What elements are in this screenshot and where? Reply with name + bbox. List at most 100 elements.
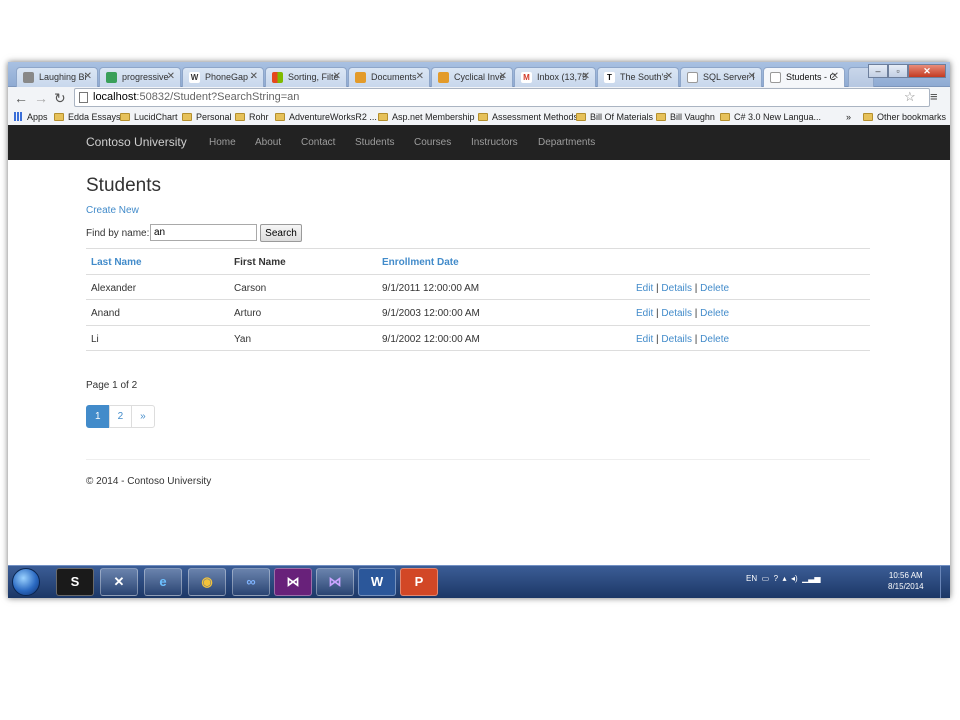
- taskbar-app-icon[interactable]: S: [56, 568, 94, 596]
- browser-tab[interactable]: M Inbox (13,75 ✕: [514, 67, 596, 87]
- bookmark-folder[interactable]: Personal: [182, 111, 232, 124]
- delete-link[interactable]: Delete: [700, 283, 729, 294]
- delete-link[interactable]: Delete: [700, 334, 729, 345]
- browser-window: Laughing Bi ✕ progressive ✕ W PhoneGap - ✕ S…: [8, 62, 950, 598]
- browser-tab[interactable]: W PhoneGap - ✕: [182, 67, 264, 87]
- word-icon[interactable]: W: [358, 568, 396, 596]
- language-indicator[interactable]: EN: [746, 574, 757, 583]
- taskbar-app-icon[interactable]: ∞: [232, 568, 270, 596]
- browser-tab[interactable]: SQL Server I ✕: [680, 67, 762, 87]
- bookmark-star-icon[interactable]: ☆: [904, 90, 916, 104]
- close-tab-icon[interactable]: ✕: [416, 71, 424, 82]
- address-bar[interactable]: localhost:50832/Student?SearchString=an: [74, 88, 930, 107]
- bookmark-label: Assessment Methods: [492, 112, 579, 122]
- details-link[interactable]: Details: [661, 283, 692, 294]
- bookmark-folder[interactable]: Rohr: [235, 111, 269, 124]
- keyboard-icon[interactable]: ▭: [759, 574, 770, 583]
- page-title: Students: [86, 175, 161, 196]
- create-new-link[interactable]: Create New: [86, 205, 139, 216]
- close-tab-icon[interactable]: ✕: [582, 71, 590, 82]
- taskbar-tools-icon[interactable]: ✕: [100, 568, 138, 596]
- delete-link[interactable]: Delete: [700, 308, 729, 319]
- chrome-icon[interactable]: ◉: [188, 568, 226, 596]
- visual-studio-icon[interactable]: ⋈: [316, 568, 354, 596]
- first-name-cell: Carson: [234, 282, 267, 294]
- gmail-icon: M: [521, 72, 532, 83]
- search-button[interactable]: Search: [260, 224, 302, 242]
- close-tab-icon[interactable]: ✕: [748, 71, 756, 82]
- reload-icon[interactable]: ↻: [54, 89, 66, 107]
- nav-instructors[interactable]: Instructors: [471, 137, 518, 148]
- close-tab-icon[interactable]: ✕: [665, 71, 673, 82]
- bookmark-folder[interactable]: AdventureWorksR2 ...: [275, 111, 377, 124]
- menu-icon[interactable]: ≡: [930, 90, 938, 104]
- search-input[interactable]: [150, 224, 257, 241]
- microsoft-icon: [272, 72, 283, 83]
- details-link[interactable]: Details: [661, 334, 692, 345]
- browser-tab[interactable]: Documents ✕: [348, 67, 430, 87]
- restore-icon[interactable]: ▫: [888, 64, 908, 78]
- separator: |: [656, 333, 659, 345]
- volume-icon[interactable]: ◂): [789, 574, 798, 583]
- bookmark-folder-other[interactable]: Other bookmarks: [863, 111, 946, 124]
- browser-tab[interactable]: progressive ✕: [99, 67, 181, 87]
- bookmark-label: Edda Essays: [68, 112, 121, 122]
- close-tab-icon[interactable]: ✕: [333, 71, 341, 82]
- network-icon[interactable]: ▴: [780, 574, 787, 583]
- close-tab-icon[interactable]: ✕: [250, 71, 258, 82]
- back-arrow-icon[interactable]: ←: [14, 89, 28, 107]
- edit-link[interactable]: Edit: [636, 334, 653, 345]
- bookmark-folder[interactable]: Bill Of Materials: [576, 111, 653, 124]
- nav-departments[interactable]: Departments: [538, 137, 595, 148]
- site-brand[interactable]: Contoso University: [86, 135, 187, 149]
- bookmark-folder[interactable]: Edda Essays: [54, 111, 121, 124]
- edit-link[interactable]: Edit: [636, 308, 653, 319]
- details-link[interactable]: Details: [661, 308, 692, 319]
- visual-studio-icon[interactable]: ⋈: [274, 568, 312, 596]
- nav-home[interactable]: Home: [209, 137, 236, 148]
- edit-link[interactable]: Edit: [636, 283, 653, 294]
- close-tab-icon[interactable]: ✕: [84, 71, 92, 82]
- browser-tab-active[interactable]: Students - C ✕: [763, 67, 845, 87]
- enrollment-date-sort-link[interactable]: Enrollment Date: [382, 257, 459, 268]
- close-window-icon[interactable]: ✕: [908, 64, 946, 78]
- help-icon[interactable]: ?: [771, 574, 778, 583]
- bookmark-folder[interactable]: Asp.net Membership: [378, 111, 475, 124]
- enrollment-date-cell: 9/1/2003 12:00:00 AM: [382, 308, 480, 319]
- browser-tab[interactable]: Laughing Bi ✕: [16, 67, 98, 87]
- close-tab-icon[interactable]: ✕: [831, 71, 839, 82]
- forward-arrow-icon[interactable]: →: [34, 89, 48, 107]
- bookmark-folder[interactable]: LucidChart: [120, 111, 178, 124]
- browser-tab[interactable]: T The South's ✕: [597, 67, 679, 87]
- browser-tab[interactable]: Cyclical Inve ✕: [431, 67, 513, 87]
- folder-icon: [235, 113, 245, 121]
- nav-contact[interactable]: Contact: [301, 137, 335, 148]
- close-tab-icon[interactable]: ✕: [167, 71, 175, 82]
- close-tab-icon[interactable]: ✕: [499, 71, 507, 82]
- show-desktop-button[interactable]: [940, 566, 950, 598]
- table-row: Anand Arturo 9/1/2003 12:00:00 AM Edit |…: [86, 299, 870, 325]
- separator: |: [694, 308, 698, 319]
- first-name-cell: Arturo: [234, 308, 262, 319]
- bookmark-apps[interactable]: Apps: [14, 111, 48, 124]
- bookmark-folder[interactable]: Assessment Methods: [478, 111, 578, 124]
- bookmark-folder[interactable]: Bill Vaughn: [656, 111, 715, 124]
- windows-start-icon[interactable]: [12, 568, 40, 596]
- signal-icon[interactable]: ▁▃▅: [800, 574, 820, 583]
- internet-explorer-icon[interactable]: e: [144, 568, 182, 596]
- last-name-sort-link[interactable]: Last Name: [91, 257, 142, 268]
- nav-students[interactable]: Students: [355, 137, 394, 148]
- clock[interactable]: 10:56 AM 8/15/2014: [888, 570, 924, 592]
- page-icon: [79, 92, 88, 103]
- nav-courses[interactable]: Courses: [414, 137, 451, 148]
- powerpoint-icon[interactable]: P: [400, 568, 438, 596]
- browser-tab[interactable]: Sorting, Filte ✕: [265, 67, 347, 87]
- nav-about[interactable]: About: [255, 137, 281, 148]
- page-1-button[interactable]: 1: [86, 405, 110, 428]
- minimize-icon[interactable]: –: [868, 64, 888, 78]
- window-controls: – ▫ ✕: [868, 64, 946, 79]
- bookmark-folder[interactable]: C# 3.0 New Langua...: [720, 111, 821, 124]
- more-bookmarks-chevron-icon[interactable]: »: [846, 111, 851, 124]
- page-2-button[interactable]: 2: [108, 405, 133, 428]
- next-page-button[interactable]: »: [131, 405, 155, 428]
